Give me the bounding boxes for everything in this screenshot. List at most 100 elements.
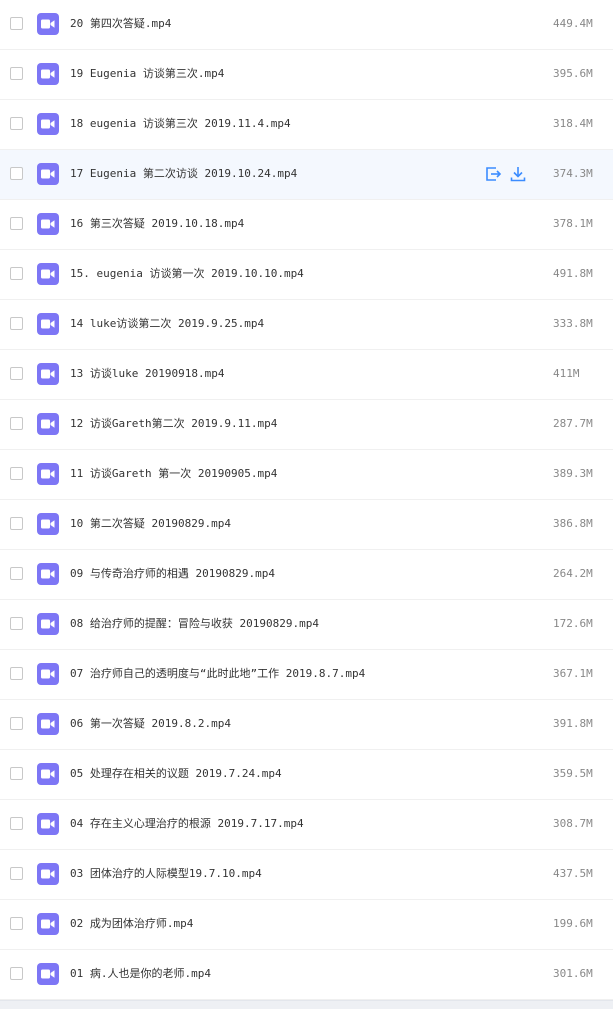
file-size: 264.2M (553, 567, 593, 580)
row-checkbox[interactable] (10, 717, 23, 730)
video-file-icon (37, 763, 59, 785)
video-file-icon (37, 713, 59, 735)
row-checkbox[interactable] (10, 867, 23, 880)
file-row[interactable]: 09 与传奇治疗师的相遇 20190829.mp4 264.2M (0, 550, 613, 600)
video-file-icon (37, 863, 59, 885)
video-file-icon (37, 963, 59, 985)
file-size: 308.7M (553, 817, 593, 830)
video-file-icon (37, 113, 59, 135)
video-file-icon (37, 513, 59, 535)
video-file-icon (37, 213, 59, 235)
file-size: 491.8M (553, 267, 593, 280)
video-file-icon (37, 13, 59, 35)
file-row[interactable]: 12 访谈Gareth第二次 2019.9.11.mp4 287.7M (0, 400, 613, 450)
file-name[interactable]: 10 第二次答疑 20190829.mp4 (70, 517, 231, 531)
video-file-icon (37, 63, 59, 85)
row-checkbox[interactable] (10, 17, 23, 30)
video-file-icon (37, 463, 59, 485)
file-name[interactable]: 19 Eugenia 访谈第三次.mp4 (70, 67, 224, 81)
file-row[interactable]: 04 存在主义心理治疗的根源 2019.7.17.mp4 308.7M (0, 800, 613, 850)
file-name[interactable]: 02 成为团体治疗师.mp4 (70, 917, 193, 931)
file-name[interactable]: 11 访谈Gareth 第一次 20190905.mp4 (70, 467, 277, 481)
file-size: 333.8M (553, 317, 593, 330)
file-row[interactable]: 17 Eugenia 第二次访谈 2019.10.24.mp4 374.3M (0, 150, 613, 200)
file-row[interactable]: 11 访谈Gareth 第一次 20190905.mp4 389.3M (0, 450, 613, 500)
file-row[interactable]: 16 第三次答疑 2019.10.18.mp4 378.1M (0, 200, 613, 250)
file-name[interactable]: 08 给治疗师的提醒：冒险与收获 20190829.mp4 (70, 617, 319, 631)
file-row[interactable]: 08 给治疗师的提醒：冒险与收获 20190829.mp4 172.6M (0, 600, 613, 650)
video-file-icon (37, 363, 59, 385)
row-checkbox[interactable] (10, 567, 23, 580)
file-row[interactable]: 19 Eugenia 访谈第三次.mp4 395.6M (0, 50, 613, 100)
file-size: 301.6M (553, 967, 593, 980)
file-row[interactable]: 13 访谈luke 20190918.mp4 411M (0, 350, 613, 400)
file-name[interactable]: 14 luke访谈第二次 2019.9.25.mp4 (70, 317, 264, 331)
file-name[interactable]: 12 访谈Gareth第二次 2019.9.11.mp4 (70, 417, 277, 431)
row-checkbox[interactable] (10, 117, 23, 130)
file-name[interactable]: 16 第三次答疑 2019.10.18.mp4 (70, 217, 244, 231)
row-checkbox[interactable] (10, 917, 23, 930)
video-file-icon (37, 913, 59, 935)
file-size: 287.7M (553, 417, 593, 430)
file-row[interactable]: 02 成为团体治疗师.mp4 199.6M (0, 900, 613, 950)
file-row[interactable]: 01 病.人也是你的老师.mp4 301.6M (0, 950, 613, 1000)
file-name[interactable]: 03 团体治疗的人际模型19.7.10.mp4 (70, 867, 262, 881)
video-file-icon (37, 613, 59, 635)
file-size: 395.6M (553, 67, 593, 80)
file-name[interactable]: 20 第四次答疑.mp4 (70, 17, 171, 31)
row-checkbox[interactable] (10, 367, 23, 380)
file-size: 389.3M (553, 467, 593, 480)
file-name[interactable]: 09 与传奇治疗师的相遇 20190829.mp4 (70, 567, 275, 581)
file-row[interactable]: 18 eugenia 访谈第三次 2019.11.4.mp4 318.4M (0, 100, 613, 150)
row-checkbox[interactable] (10, 167, 23, 180)
row-checkbox[interactable] (10, 217, 23, 230)
row-checkbox[interactable] (10, 267, 23, 280)
video-file-icon (37, 163, 59, 185)
video-file-icon (37, 813, 59, 835)
file-list: 20 第四次答疑.mp4 449.4M 19 Eugenia 访谈第三次.mp4 39… (0, 0, 613, 1000)
share-icon[interactable] (484, 165, 502, 183)
file-size: 378.1M (553, 217, 593, 230)
file-row[interactable]: 05 处理存在相关的议题 2019.7.24.mp4 359.5M (0, 750, 613, 800)
file-row[interactable]: 14 luke访谈第二次 2019.9.25.mp4 333.8M (0, 300, 613, 350)
horizontal-scrollbar[interactable] (0, 1000, 613, 1009)
file-name[interactable]: 05 处理存在相关的议题 2019.7.24.mp4 (70, 767, 282, 781)
file-row[interactable]: 15. eugenia 访谈第一次 2019.10.10.mp4 491.8M (0, 250, 613, 300)
file-size: 374.3M (553, 167, 593, 180)
file-name[interactable]: 17 Eugenia 第二次访谈 2019.10.24.mp4 (70, 167, 297, 181)
row-checkbox[interactable] (10, 67, 23, 80)
file-row[interactable]: 03 团体治疗的人际模型19.7.10.mp4 437.5M (0, 850, 613, 900)
file-name[interactable]: 13 访谈luke 20190918.mp4 (70, 367, 224, 381)
row-checkbox[interactable] (10, 767, 23, 780)
row-checkbox[interactable] (10, 667, 23, 680)
file-size: 449.4M (553, 17, 593, 30)
file-name[interactable]: 06 第一次答疑 2019.8.2.mp4 (70, 717, 231, 731)
video-file-icon (37, 663, 59, 685)
file-row[interactable]: 10 第二次答疑 20190829.mp4 386.8M (0, 500, 613, 550)
row-checkbox[interactable] (10, 417, 23, 430)
file-row[interactable]: 06 第一次答疑 2019.8.2.mp4 391.8M (0, 700, 613, 750)
file-name[interactable]: 07 治疗师自己的透明度与“此时此地”工作 2019.8.7.mp4 (70, 667, 365, 681)
file-row[interactable]: 07 治疗师自己的透明度与“此时此地”工作 2019.8.7.mp4 367.1M (0, 650, 613, 700)
row-checkbox[interactable] (10, 317, 23, 330)
video-file-icon (37, 313, 59, 335)
file-size: 172.6M (553, 617, 593, 630)
file-name[interactable]: 15. eugenia 访谈第一次 2019.10.10.mp4 (70, 267, 304, 281)
file-name[interactable]: 01 病.人也是你的老师.mp4 (70, 967, 211, 981)
file-name[interactable]: 18 eugenia 访谈第三次 2019.11.4.mp4 (70, 117, 291, 131)
video-file-icon (37, 563, 59, 585)
row-checkbox[interactable] (10, 517, 23, 530)
file-name[interactable]: 04 存在主义心理治疗的根源 2019.7.17.mp4 (70, 817, 304, 831)
download-icon[interactable] (509, 165, 527, 183)
file-row[interactable]: 20 第四次答疑.mp4 449.4M (0, 0, 613, 50)
video-file-icon (37, 263, 59, 285)
file-size: 391.8M (553, 717, 593, 730)
row-checkbox[interactable] (10, 817, 23, 830)
file-size: 199.6M (553, 917, 593, 930)
video-file-icon (37, 413, 59, 435)
row-checkbox[interactable] (10, 467, 23, 480)
row-checkbox[interactable] (10, 617, 23, 630)
file-size: 411M (553, 367, 580, 380)
row-checkbox[interactable] (10, 967, 23, 980)
file-size: 386.8M (553, 517, 593, 530)
